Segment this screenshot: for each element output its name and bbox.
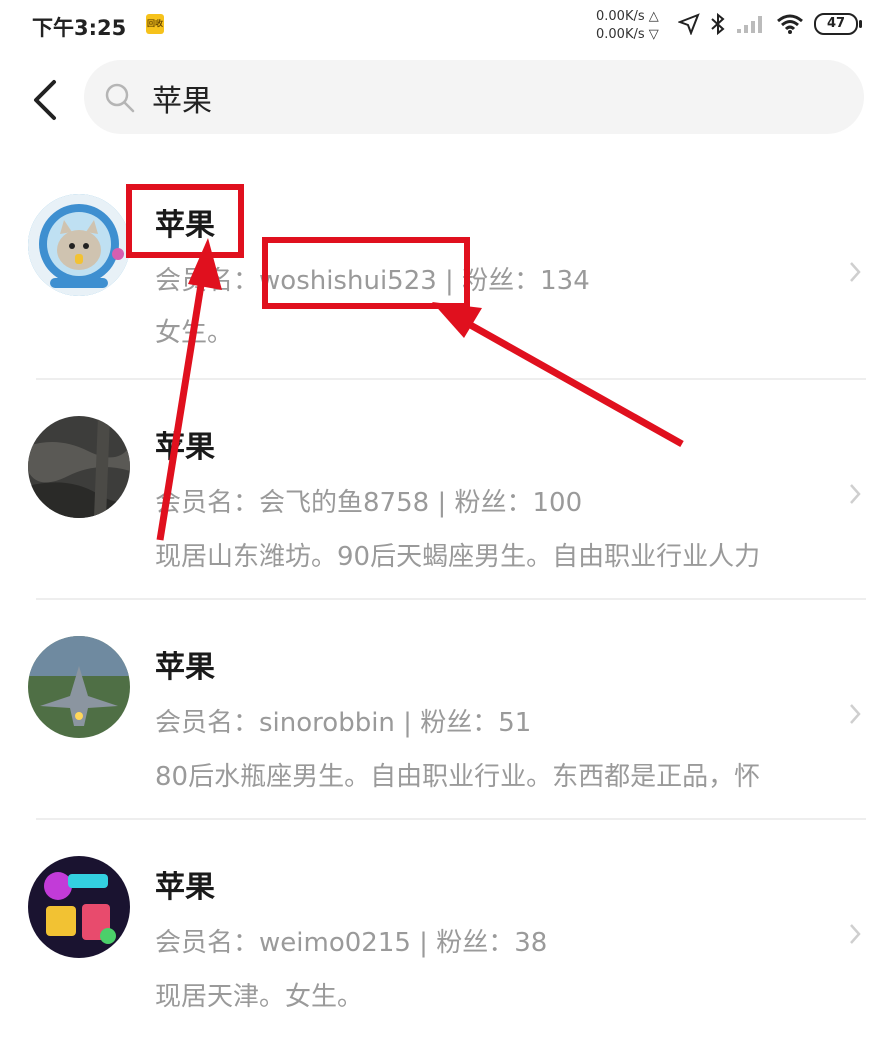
result-title: 苹果 — [155, 430, 215, 465]
result-bio: 女生。 — [155, 318, 234, 348]
member-label: 会员名： — [155, 488, 260, 518]
bluetooth-icon — [711, 12, 725, 36]
fans-count: 51 — [498, 708, 532, 738]
avatar — [28, 416, 130, 518]
dark-texture-avatar-icon — [28, 416, 130, 518]
fans-count: 134 — [540, 266, 590, 296]
wifi-icon — [777, 14, 803, 34]
back-arrow-icon — [34, 80, 56, 120]
net-down-speed: 0.00K/s ▽ — [596, 27, 659, 42]
result-title: 苹果 — [155, 870, 215, 905]
status-time: 下午3:25 — [32, 16, 127, 40]
net-up-speed: 0.00K/s △ — [596, 9, 659, 24]
avatar — [28, 856, 130, 958]
search-bar[interactable] — [84, 60, 864, 134]
user-result-item[interactable]: 苹果 会员名：会飞的鱼8758 | 粉丝：100 现居山东潍坊。90后天蝎座男生… — [0, 380, 896, 600]
status-bar: 下午3:25 回收 0.00K/s △ 0.00K/s ▽ 47 — [0, 0, 896, 52]
member-name: weimo0215 — [259, 928, 411, 958]
search-input[interactable] — [150, 72, 834, 124]
meta-separator: | — [429, 488, 455, 518]
meta-separator: | — [410, 928, 437, 958]
member-name: sinorobbin — [259, 708, 395, 738]
cat-astronaut-avatar-icon — [28, 194, 130, 296]
result-bio: 现居山东潍坊。90后天蝎座男生。自由职业行业人力 — [155, 542, 761, 572]
result-meta: 会员名：sinorobbin | 粉丝：51 — [155, 702, 531, 739]
member-label: 会员名： — [155, 266, 260, 296]
chevron-right-icon — [850, 704, 861, 724]
back-button[interactable] — [30, 78, 60, 122]
chevron-right-icon — [850, 484, 861, 504]
network-speed: 0.00K/s △ 0.00K/s ▽ — [596, 8, 659, 44]
chevron-right-icon — [850, 924, 861, 944]
fans-label: 粉丝： — [420, 708, 499, 738]
result-bio: 80后水瓶座男生。自由职业行业。东西都是正品，怀 — [155, 762, 761, 792]
result-title: 苹果 — [155, 650, 215, 685]
result-bio: 现居天津。女生。 — [155, 982, 364, 1012]
result-meta: 会员名：会飞的鱼8758 | 粉丝：100 — [155, 482, 582, 519]
fans-count: 100 — [532, 488, 583, 518]
member-label: 会员名： — [155, 708, 260, 738]
member-label: 会员名： — [155, 928, 260, 958]
fans-label: 粉丝： — [462, 266, 541, 296]
signal-icon — [737, 16, 762, 33]
location-icon — [678, 13, 700, 35]
user-result-item[interactable]: 苹果 会员名：weimo0215 | 粉丝：38 现居天津。女生。 — [0, 820, 896, 1040]
chevron-right-icon — [850, 262, 861, 282]
user-result-item[interactable]: 苹果 会员名：sinorobbin | 粉丝：51 80后水瓶座男生。自由职业行… — [0, 600, 896, 820]
fans-label: 粉丝： — [436, 928, 515, 958]
fans-count: 38 — [514, 928, 548, 958]
fighter-jet-avatar-icon — [28, 636, 130, 738]
search-icon — [105, 83, 135, 113]
neon-graphic-avatar-icon — [28, 856, 130, 958]
annotation-box-title — [126, 184, 244, 258]
app-notification-icon: 回收 — [146, 14, 164, 34]
avatar — [28, 194, 130, 296]
battery-icon: 47 — [814, 13, 862, 35]
result-meta: 会员名：weimo0215 | 粉丝：38 — [155, 922, 547, 959]
member-name: 会飞的鱼8758 — [259, 488, 430, 518]
annotation-box-member — [262, 237, 470, 309]
meta-separator: | — [394, 708, 421, 738]
fans-label: 粉丝： — [454, 488, 533, 518]
avatar — [28, 636, 130, 738]
status-icons: 47 — [678, 12, 862, 36]
